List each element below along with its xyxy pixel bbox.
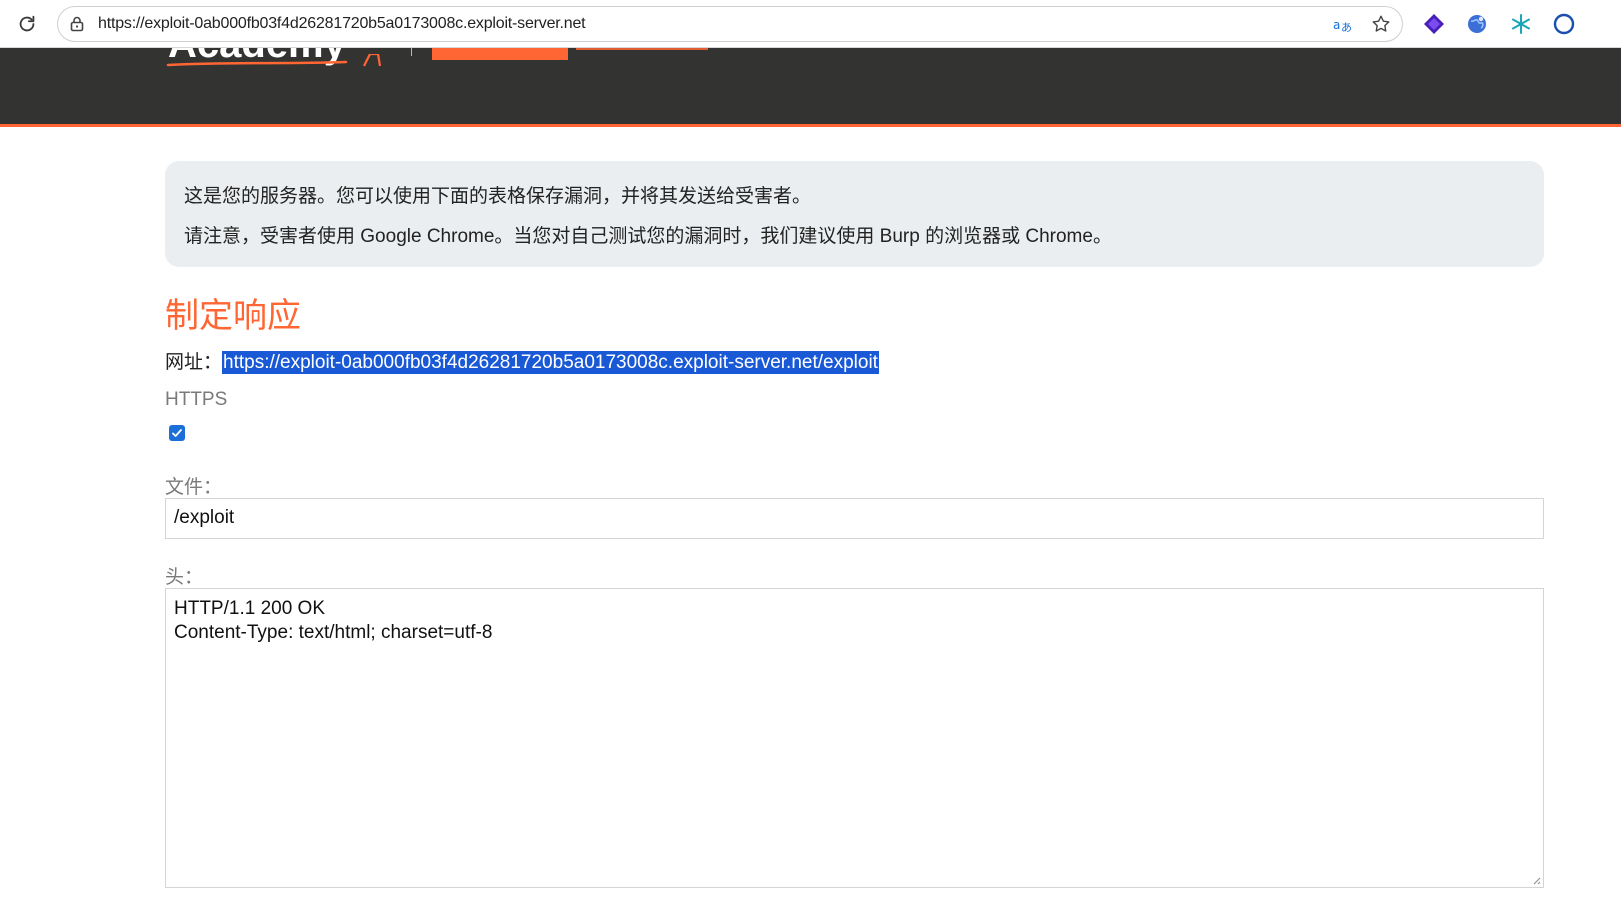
- url-label: 网址：: [165, 352, 223, 373]
- site-header: Academy: [0, 48, 1621, 124]
- exploit-url-link[interactable]: https://exploit-0ab000fb03f4d26281720b5a…: [222, 351, 879, 374]
- page-title: 制定响应: [165, 297, 301, 335]
- translate-icon[interactable]: a あ: [1332, 14, 1354, 36]
- profile-extension-icon[interactable]: [1553, 13, 1575, 35]
- resize-grip-icon[interactable]: [1531, 875, 1541, 885]
- notice-line-1: 这是您的服务器。您可以使用下面的表格保存漏洞，并将其发送给受害者。: [184, 186, 812, 207]
- address-url[interactable]: https://exploit-0ab000fb03f4d26281720b5a…: [98, 15, 586, 33]
- address-bar[interactable]: https://exploit-0ab000fb03f4d26281720b5a…: [57, 6, 1403, 42]
- notice-box: 这是您的服务器。您可以使用下面的表格保存漏洞，并将其发送给受害者。 请注意，受害…: [165, 161, 1544, 267]
- svg-text:あ: あ: [1341, 21, 1352, 34]
- head-line-2: Content-Type: text/html; charset=utf-8: [174, 622, 493, 643]
- head-textarea[interactable]: HTTP/1.1 200 OK Content-Type: text/html;…: [165, 588, 1544, 888]
- checkmark-icon: [172, 429, 182, 437]
- svg-text:a: a: [1333, 18, 1340, 32]
- url-row: 网址：https://exploit-0ab000fb03f4d26281720…: [165, 347, 879, 374]
- file-input[interactable]: /exploit: [165, 498, 1544, 539]
- notice-line-2: 请注意，受害者使用 Google Chrome。当您对自己测试您的漏洞时，我们建…: [184, 226, 1112, 247]
- star-icon[interactable]: [1370, 13, 1392, 35]
- https-label: HTTPS: [165, 389, 228, 410]
- file-label: 文件：: [165, 477, 223, 498]
- header-divider: [411, 48, 412, 56]
- browser-toolbar: https://exploit-0ab000fb03f4d26281720b5a…: [0, 0, 1621, 48]
- header-nav-link[interactable]: [576, 48, 708, 50]
- https-checkbox[interactable]: [169, 425, 185, 441]
- purple-diamond-extension-icon[interactable]: [1423, 13, 1445, 35]
- header-accent-border: [0, 124, 1621, 127]
- reload-icon[interactable]: [14, 11, 40, 37]
- head-label: 头：: [165, 567, 204, 588]
- lock-icon[interactable]: [68, 15, 86, 33]
- snowflake-extension-icon[interactable]: [1510, 13, 1532, 35]
- header-orange-button[interactable]: [432, 48, 568, 60]
- head-line-1: HTTP/1.1 200 OK: [174, 598, 326, 619]
- logo-swoosh-icon: [166, 54, 382, 67]
- globe-extension-icon[interactable]: [1466, 13, 1488, 35]
